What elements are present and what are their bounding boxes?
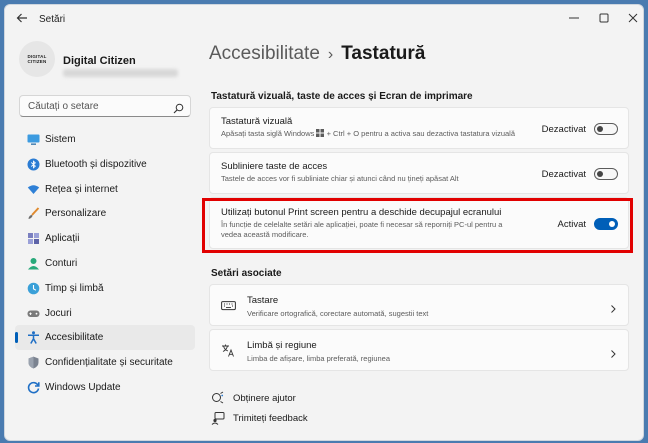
profile-name: Digital Citizen bbox=[63, 55, 136, 67]
setting-title: Tastatură vizuală bbox=[221, 116, 293, 127]
profile-email-redacted bbox=[63, 69, 178, 77]
apps-icon bbox=[27, 232, 40, 245]
sidebar-item-aplicatii[interactable]: Aplicații bbox=[15, 226, 195, 251]
toggle-state-label: Dezactivat bbox=[541, 124, 586, 135]
sidebar-item-windows-update[interactable]: Windows Update bbox=[15, 375, 195, 400]
underline-access-keys-toggle[interactable] bbox=[594, 168, 618, 180]
language-icon bbox=[221, 343, 236, 358]
related-title: Limbă și regiune bbox=[247, 340, 317, 351]
setting-title: Subliniere taste de acces bbox=[221, 161, 328, 172]
breadcrumb-parent[interactable]: Accesibilitate bbox=[209, 43, 320, 64]
setting-card-underline-access-keys: Subliniere taste de acces Tastele de acc… bbox=[209, 152, 629, 194]
sidebar-item-label: Personalizare bbox=[45, 208, 107, 220]
breadcrumb-separator: › bbox=[327, 46, 334, 63]
sidebar-item-retea[interactable]: Rețea și internet bbox=[15, 177, 195, 202]
monitor-icon bbox=[27, 133, 40, 146]
related-title: Tastare bbox=[247, 295, 279, 306]
sidebar-item-label: Confidențialitate și securitate bbox=[45, 357, 173, 369]
setting-description-part: Apăsați tasta siglă Windows bbox=[221, 129, 315, 138]
search-input[interactable]: Căutați o setare bbox=[19, 95, 191, 117]
chevron-right-icon bbox=[608, 301, 618, 313]
sidebar-item-label: Aplicații bbox=[45, 233, 80, 245]
sidebar-nav: Sistem Bluetooth și dispozitive Rețea și… bbox=[15, 127, 195, 400]
brush-icon bbox=[27, 207, 40, 220]
toggle-knob bbox=[597, 126, 603, 132]
onscreen-keyboard-toggle[interactable] bbox=[594, 123, 618, 135]
related-description: Limba de afișare, limba preferată, regiu… bbox=[247, 354, 390, 363]
update-icon bbox=[27, 381, 40, 394]
title-bar: Setări bbox=[5, 5, 643, 33]
sidebar-item-confidentialitate[interactable]: Confidențialitate și securitate bbox=[15, 350, 195, 375]
section-title-related: Setări asociate bbox=[211, 268, 282, 279]
avatar: DIGITAL CITIZEN bbox=[19, 41, 55, 77]
sidebar-item-accesibilitate[interactable]: Accesibilitate bbox=[15, 325, 195, 351]
setting-card-onscreen-keyboard: Tastatură vizuală Apăsați tasta siglă Wi… bbox=[209, 107, 629, 149]
section-title-keyboard: Tastatură vizuală, taste de acces și Ecr… bbox=[211, 91, 473, 102]
feedback-icon bbox=[211, 412, 225, 425]
globe-clock-icon bbox=[27, 282, 40, 295]
sidebar-item-label: Jocuri bbox=[45, 307, 72, 319]
sidebar-item-personalizare[interactable]: Personalizare bbox=[15, 201, 195, 226]
sidebar-item-label: Accesibilitate bbox=[45, 332, 104, 344]
send-feedback-label: Trimiteți feedback bbox=[233, 413, 308, 424]
page-title: Tastatură bbox=[341, 43, 426, 64]
back-arrow-icon[interactable] bbox=[15, 11, 31, 27]
wifi-icon bbox=[27, 183, 40, 196]
setting-description: Tastele de acces vor fi subliniate chiar… bbox=[221, 174, 459, 183]
toggle-state-label: Dezactivat bbox=[541, 169, 586, 180]
sidebar-item-timp-limba[interactable]: Timp și limbă bbox=[15, 276, 195, 301]
account-icon bbox=[27, 257, 40, 270]
related-description: Verificare ortografică, corectare automa… bbox=[247, 309, 429, 318]
keyboard-icon bbox=[221, 298, 236, 313]
sidebar-item-bluetooth[interactable]: Bluetooth și dispozitive bbox=[15, 152, 195, 177]
sidebar-item-label: Sistem bbox=[45, 134, 76, 145]
breadcrumb: Accesibilitate › Tastatură bbox=[209, 43, 425, 65]
gamepad-icon bbox=[27, 307, 40, 320]
minimize-icon[interactable] bbox=[563, 9, 585, 27]
maximize-icon[interactable] bbox=[593, 9, 615, 27]
windows-logo-icon bbox=[316, 129, 325, 137]
sidebar-item-label: Timp și limbă bbox=[45, 282, 104, 294]
shield-icon bbox=[27, 356, 40, 369]
app-title: Setări bbox=[39, 14, 66, 25]
sidebar-item-label: Windows Update bbox=[45, 381, 121, 393]
bluetooth-icon bbox=[27, 158, 40, 171]
related-card-typing[interactable]: Tastare Verificare ortografică, corectar… bbox=[209, 284, 629, 326]
sidebar-item-label: Conturi bbox=[45, 257, 78, 269]
accessibility-icon bbox=[27, 331, 40, 345]
avatar-text-line2: CITIZEN bbox=[27, 59, 47, 64]
help-icon bbox=[212, 391, 224, 404]
sidebar-item-label: Rețea și internet bbox=[45, 183, 118, 195]
sidebar-item-label: Bluetooth și dispozitive bbox=[45, 158, 147, 170]
sidebar-item-sistem[interactable]: Sistem bbox=[15, 127, 195, 152]
settings-window: Setări DIGITAL CITIZEN Digital Citizen C… bbox=[4, 4, 644, 441]
setting-description: Apăsați tasta siglă Windows + Ctrl + O p… bbox=[221, 129, 515, 139]
chevron-right-icon bbox=[608, 346, 618, 358]
close-icon[interactable] bbox=[622, 9, 643, 27]
sidebar-item-conturi[interactable]: Conturi bbox=[15, 251, 195, 276]
toggle-knob bbox=[597, 171, 603, 177]
search-icon[interactable] bbox=[173, 101, 184, 114]
highlight-box bbox=[202, 198, 633, 253]
related-card-language[interactable]: Limbă și regiune Limba de afișare, limba… bbox=[209, 329, 629, 371]
sidebar-item-jocuri[interactable]: Jocuri bbox=[15, 301, 195, 326]
search-placeholder: Căutați o setare bbox=[28, 101, 99, 112]
setting-description-part: + Ctrl + O pentru a activa sau dezactiva… bbox=[326, 129, 516, 138]
get-help-label: Obținere ajutor bbox=[233, 393, 296, 404]
